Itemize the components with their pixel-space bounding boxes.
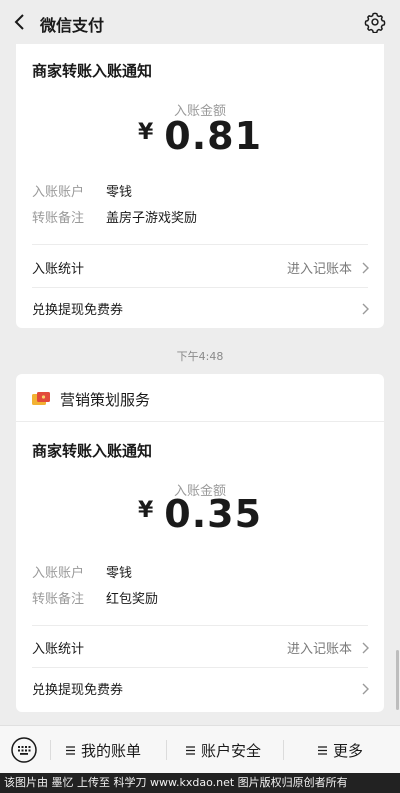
divider xyxy=(16,421,384,422)
field-account: 入账账户 零钱 xyxy=(32,562,132,581)
stats-row[interactable]: 入账统计 进入记账本 xyxy=(32,258,370,278)
chevron-right-icon xyxy=(362,303,369,315)
notification-card[interactable]: 营销策划服务 商家转账入账通知 入账金额 ¥0.35 入账账户 零钱 转账备注 … xyxy=(16,374,384,712)
menu-separator xyxy=(50,740,51,760)
stats-label: 入账统计 xyxy=(32,642,85,657)
field-value: 红包奖励 xyxy=(106,592,159,607)
notification-card[interactable]: 商家转账入账通知 入账金额 ¥0.81 入账账户 零钱 转账备注 盖房子游戏奖励… xyxy=(16,44,384,328)
menu-label: 更多 xyxy=(333,741,364,760)
stats-label: 入账统计 xyxy=(32,262,85,277)
gear-icon[interactable] xyxy=(364,11,386,33)
my-bills-button[interactable]: 我的账单 xyxy=(66,740,141,760)
field-label: 转账备注 xyxy=(32,211,85,226)
menu-separator xyxy=(283,740,284,760)
chevron-left-icon[interactable] xyxy=(10,12,30,32)
field-label: 转账备注 xyxy=(32,592,85,607)
watermark-footer: 该图片由 墨忆 上传至 科学刀 www.kxdao.net 图片版权归原创者所有 xyxy=(0,773,400,793)
amount: ¥0.81 xyxy=(16,114,384,158)
divider xyxy=(32,287,368,288)
chevron-right-icon xyxy=(362,262,369,274)
menu-label: 我的账单 xyxy=(81,741,142,760)
card-title: 商家转账入账通知 xyxy=(32,62,153,80)
currency-symbol: ¥ xyxy=(137,498,155,523)
field-remark: 转账备注 盖房子游戏奖励 xyxy=(32,207,197,226)
field-value: 盖房子游戏奖励 xyxy=(106,211,198,226)
red-envelope-icon xyxy=(32,392,50,405)
divider xyxy=(32,625,368,626)
account-security-button[interactable]: 账户安全 xyxy=(186,740,261,760)
amount-value: 0.81 xyxy=(164,114,263,158)
bottom-menu: 我的账单 账户安全 更多 xyxy=(0,725,400,773)
amount-value: 0.35 xyxy=(164,492,263,536)
scrollbar[interactable] xyxy=(396,650,399,710)
more-button[interactable]: 更多 xyxy=(318,740,363,760)
card-title: 商家转账入账通知 xyxy=(32,442,153,460)
currency-symbol: ¥ xyxy=(137,120,155,145)
field-value: 零钱 xyxy=(106,566,133,581)
ledger-link[interactable]: 进入记账本 xyxy=(287,258,352,277)
field-label: 入账账户 xyxy=(32,185,85,200)
top-bar: 微信支付 xyxy=(0,0,400,44)
coupon-row[interactable]: 兑换提现免费券 xyxy=(32,679,370,699)
field-label: 入账账户 xyxy=(32,566,85,581)
amount: ¥0.35 xyxy=(16,492,384,536)
page-title: 微信支付 xyxy=(40,16,105,35)
ledger-link[interactable]: 进入记账本 xyxy=(287,638,352,657)
menu-lines-icon xyxy=(186,745,195,755)
menu-separator xyxy=(166,740,167,760)
chevron-right-icon xyxy=(362,683,369,695)
menu-lines-icon xyxy=(66,745,75,755)
coupon-label: 兑换提现免费券 xyxy=(32,683,124,698)
divider xyxy=(32,667,368,668)
menu-label: 账户安全 xyxy=(201,741,262,760)
field-remark: 转账备注 红包奖励 xyxy=(32,588,158,607)
brand-header[interactable]: 营销策划服务 xyxy=(32,390,151,409)
divider xyxy=(32,244,368,245)
menu-lines-icon xyxy=(318,745,327,755)
coupon-label: 兑换提现免费券 xyxy=(32,303,124,318)
keyboard-icon[interactable] xyxy=(11,737,37,763)
chevron-right-icon xyxy=(362,642,369,654)
field-value: 零钱 xyxy=(106,185,133,200)
message-timestamp: 下午4:48 xyxy=(176,350,224,363)
stats-row[interactable]: 入账统计 进入记账本 xyxy=(32,638,370,658)
coupon-row[interactable]: 兑换提现免费券 xyxy=(32,299,370,319)
field-account: 入账账户 零钱 xyxy=(32,181,132,200)
brand-name: 营销策划服务 xyxy=(60,390,151,409)
